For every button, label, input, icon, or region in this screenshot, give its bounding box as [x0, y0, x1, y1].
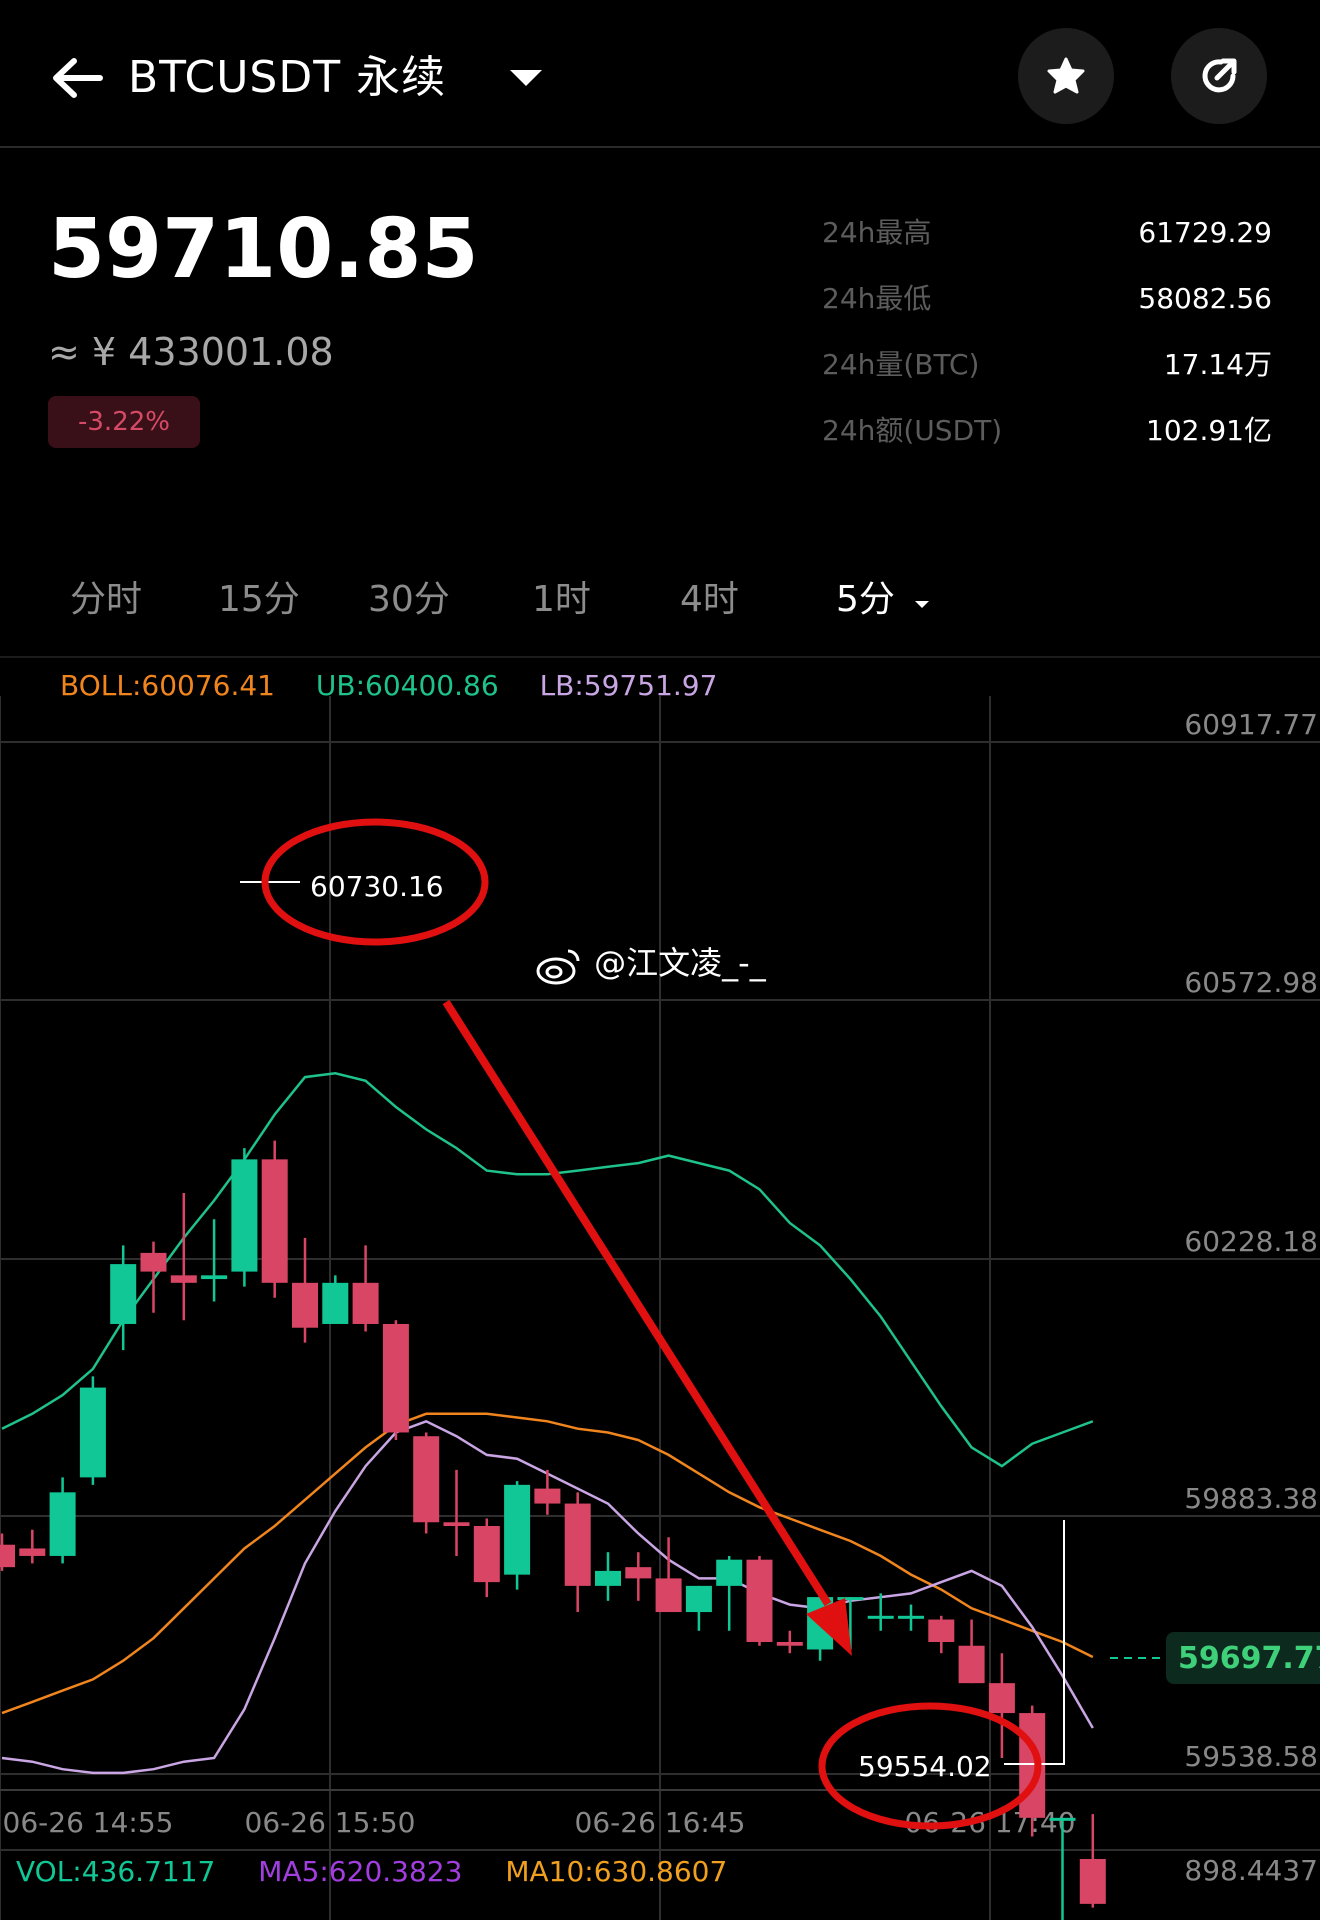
current-price-label: 59697.77 — [1178, 1641, 1320, 1676]
stat-volume-label: 24h量(BTC) — [822, 348, 980, 381]
volume-axis-label: 898.4437 — [1184, 1854, 1318, 1887]
candle-body — [928, 1619, 955, 1642]
candle-body — [776, 1641, 803, 1646]
candle-body — [534, 1488, 561, 1504]
stat-volume-value: 17.14万 — [1163, 348, 1272, 381]
favorite-button[interactable] — [1018, 28, 1114, 124]
candle-body — [1079, 1858, 1106, 1904]
candle-body — [867, 1615, 894, 1619]
share-button[interactable] — [1171, 28, 1267, 124]
stat-low-label: 24h最低 — [822, 282, 932, 315]
boll-line — [1, 1412, 1094, 1715]
arrow-left-icon — [53, 58, 103, 98]
x-tick-label: 06-26 15:50 — [245, 1806, 416, 1839]
watermark: @江文凌_-_ — [534, 938, 766, 988]
candle-body — [49, 1492, 76, 1556]
candle-body — [382, 1323, 409, 1433]
change-badge: -3.22% — [48, 396, 200, 448]
volume-indicators: VOL:436.7117 MA5:620.3823 MA10:630.8607 — [16, 1852, 761, 1892]
star-icon — [1047, 57, 1085, 94]
candle-body — [352, 1282, 379, 1324]
y-tick-label: 60572.98 — [1184, 966, 1318, 999]
candle-body — [655, 1578, 682, 1613]
last-price: 59710.85 — [48, 202, 479, 297]
ma5-value: MA5:620.3823 — [258, 1855, 463, 1888]
candle-body — [685, 1585, 712, 1613]
candle-body — [79, 1387, 106, 1478]
high-marker-label: 60730.16 — [310, 870, 444, 903]
y-tick-label: 60917.77 — [1184, 708, 1318, 741]
tab-timeshare[interactable]: 分时 — [70, 570, 142, 630]
candle-body — [958, 1645, 985, 1684]
x-tick-label: 06-26 16:45 — [575, 1806, 746, 1839]
candle-body — [231, 1159, 258, 1272]
candle-body — [988, 1683, 1015, 1714]
stat-low-value: 58082.56 — [1138, 282, 1272, 315]
weibo-logo-icon — [536, 949, 580, 985]
ma10-value: MA10:630.8607 — [505, 1855, 728, 1888]
top-bar: BTCUSDT 永续 — [0, 0, 1320, 148]
annotation-arrow-line — [442, 999, 832, 1607]
share-icon — [1202, 58, 1237, 93]
caret-down-icon — [510, 70, 542, 86]
candle-body — [716, 1559, 743, 1586]
stat-turnover-label: 24h额(USDT) — [822, 414, 1003, 447]
y-tick-label: 59883.38 — [1184, 1482, 1318, 1515]
y-tick-label: 60228.18 — [1184, 1225, 1318, 1258]
watermark-text: @江文凌_-_ — [594, 944, 766, 982]
candle-body — [564, 1503, 591, 1586]
candle-body — [110, 1264, 137, 1324]
kline-chart[interactable]: 60917.77 60572.98 60228.18 59883.38 59538.58… — [0, 696, 1320, 1920]
candle-body — [443, 1522, 470, 1527]
y-tick-label: 59538.58 — [1184, 1740, 1318, 1773]
caret-down-icon — [915, 601, 930, 608]
low-marker-label: 59554.02 — [858, 1750, 992, 1783]
candle-body — [1049, 1817, 1076, 1821]
candle-body — [625, 1567, 652, 1579]
tab-15m[interactable]: 15分 — [218, 570, 300, 630]
stat-high-value: 61729.29 — [1138, 216, 1272, 249]
candle-body — [170, 1275, 197, 1283]
lb-value: LB:59751.97 — [539, 669, 718, 702]
candle-body — [413, 1436, 440, 1523]
candle-body — [595, 1570, 621, 1586]
candle-body — [19, 1548, 46, 1556]
candle-body — [746, 1559, 773, 1642]
candle-body — [322, 1282, 349, 1324]
tab-1h[interactable]: 1时 — [532, 570, 591, 630]
stat-high-label: 24h最高 — [822, 216, 932, 249]
candle-body — [201, 1275, 228, 1280]
cny-price: ≈ ¥ 433001.08 — [48, 330, 334, 374]
candle-body — [0, 1544, 15, 1568]
candle-body — [504, 1484, 531, 1575]
x-tick-label: 06-26 14:55 — [3, 1806, 174, 1839]
vol-value: VOL:436.7117 — [16, 1855, 216, 1888]
candle-body — [292, 1282, 318, 1328]
ub-value: UB:60400.86 — [315, 669, 499, 702]
boll-value: BOLL:60076.41 — [60, 669, 275, 702]
tab-divider — [0, 656, 1320, 658]
tab-5m-label: 5分 — [836, 579, 895, 620]
interval-tabs: 分时 15分 30分 1时 4时 5分 — [0, 570, 1320, 630]
symbol-title[interactable]: BTCUSDT 永续 — [128, 48, 446, 108]
boll-indicators: BOLL:60076.41 UB:60400.86 LB:59751.97 — [60, 666, 749, 706]
tab-30m[interactable]: 30分 — [368, 570, 450, 630]
candle-body — [261, 1159, 288, 1283]
symbol-dropdown[interactable] — [506, 62, 546, 92]
candle-body — [898, 1615, 924, 1619]
stat-turnover-value: 102.91亿 — [1146, 414, 1272, 447]
back-button[interactable] — [48, 48, 108, 108]
tab-5m[interactable]: 5分 — [836, 570, 932, 630]
tab-4h[interactable]: 4时 — [680, 570, 739, 630]
candle-body — [140, 1252, 167, 1272]
candle-body — [473, 1526, 500, 1583]
